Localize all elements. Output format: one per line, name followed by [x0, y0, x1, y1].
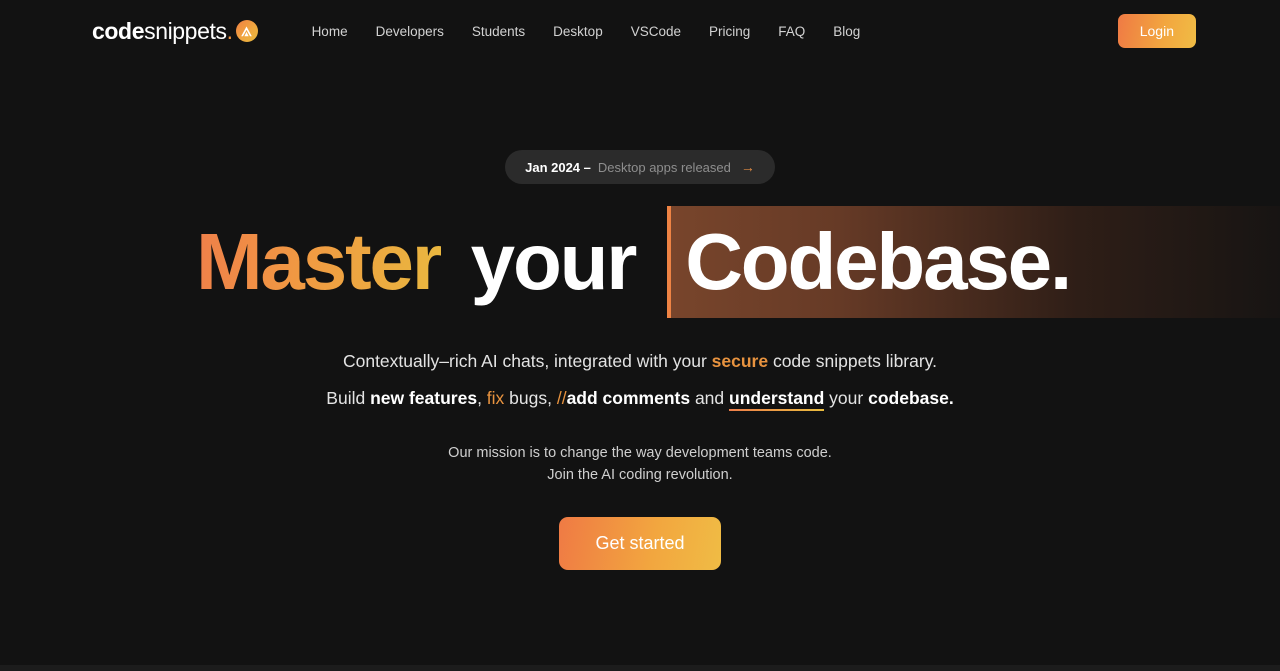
mission-statement-line-1: Our mission is to change the way develop…	[448, 445, 832, 462]
nav-link-home[interactable]: Home	[298, 18, 362, 45]
hero-subtitle-line-1: Contextually–rich AI chats, integrated w…	[0, 345, 1280, 378]
announcement-date: Jan 2024 –	[525, 159, 591, 175]
subtitle2-bold-codebase: codebase.	[868, 387, 954, 408]
mountain-chevron-icon	[235, 20, 258, 42]
nav-link-faq[interactable]: FAQ	[764, 18, 819, 45]
nav-link-students[interactable]: Students	[458, 18, 539, 45]
subtitle2-p4: and	[690, 387, 730, 408]
nav-link-pricing[interactable]: Pricing	[695, 18, 764, 45]
mission-statement-line-2: Join the AI coding revolution.	[547, 467, 733, 484]
subtitle2-p3: bugs,	[504, 387, 557, 408]
subtitle1-part1: Contextually–rich AI chats, integrated w…	[342, 351, 712, 371]
top-navigation-bar: code snippets . Home Developers Students…	[0, 0, 1280, 62]
headline-word-codebase: Codebase.	[685, 217, 1072, 306]
subtitle2-accent-comment-slashes: //	[556, 387, 567, 408]
subtitle1-accent-secure: secure	[711, 351, 769, 371]
announcement-text: Desktop apps released	[597, 159, 731, 175]
subtitle2-bold-add-comments: add comments	[566, 387, 691, 408]
hero-subtitle-line-2: Build new features, fix bugs, //add comm…	[0, 382, 1280, 415]
bottom-edge-strip	[0, 665, 1280, 671]
announcement-pill[interactable]: Jan 2024 – Desktop apps released →	[505, 150, 775, 184]
hero-section: Jan 2024 – Desktop apps released → Maste…	[0, 62, 1280, 571]
nav-links: Home Developers Students Desktop VSCode …	[298, 18, 875, 45]
logo-dot: .	[226, 17, 233, 44]
subtitle2-p1: Build	[326, 387, 371, 408]
nav-link-developers[interactable]: Developers	[362, 18, 458, 45]
site-logo[interactable]: code snippets .	[92, 18, 258, 45]
headline-word-master: Master	[195, 217, 443, 306]
headline-highlight-block: Codebase.	[667, 206, 1280, 318]
nav-link-blog[interactable]: Blog	[819, 18, 874, 45]
subtitle2-p2: ,	[477, 387, 487, 408]
nav-link-vscode[interactable]: VSCode	[617, 18, 695, 45]
arrow-right-icon: →	[740, 159, 755, 175]
subtitle2-p5: your	[824, 387, 869, 408]
logo-text-light: snippets	[144, 17, 227, 44]
subtitle1-part2: code snippets library.	[768, 351, 938, 371]
hero-headline: Master your Codebase.	[0, 206, 1280, 318]
get-started-button[interactable]: Get started	[559, 517, 721, 571]
nav-link-desktop[interactable]: Desktop	[539, 18, 617, 45]
login-button[interactable]: Login	[1117, 14, 1196, 48]
logo-text-bold: code	[92, 17, 145, 44]
cta-container: Get started	[0, 517, 1280, 571]
subtitle2-underlined-understand: understand	[729, 387, 825, 411]
subtitle2-accent-fix: fix	[486, 387, 505, 408]
headline-word-your: your	[470, 217, 638, 306]
subtitle2-bold-new-features: new features	[370, 387, 478, 408]
